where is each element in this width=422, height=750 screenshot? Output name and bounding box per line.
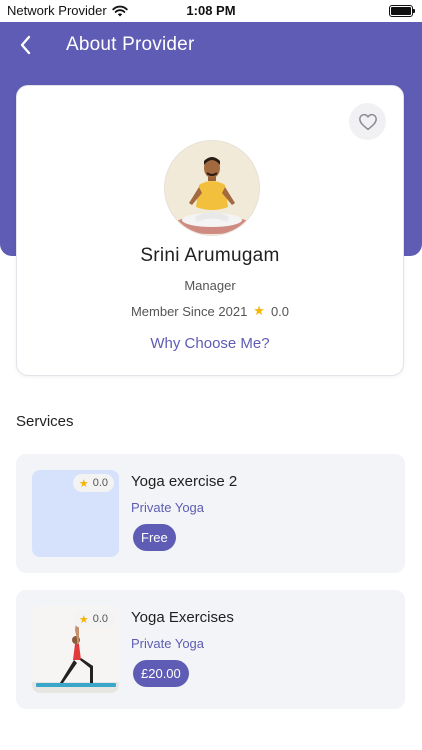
page-title: About Provider (66, 34, 195, 55)
star-icon: ★ (253, 303, 265, 318)
service-category: Private Yoga (131, 500, 205, 515)
chevron-left-icon (20, 35, 31, 55)
services-heading: Services (16, 413, 74, 430)
status-time: 1:08 PM (186, 3, 236, 18)
service-thumbnail: ★ 0.0 (32, 606, 119, 693)
status-bar: Network Provider 1:08 PM (0, 0, 422, 22)
member-since: Member Since 2021 (130, 303, 248, 319)
service-rating: 0.0 (92, 613, 108, 625)
member-info-row: Member Since 2021 ★ 0.0 (17, 303, 403, 319)
battery-icon (389, 5, 415, 17)
service-card[interactable]: ★ 0.0 Yoga Exercises Private Yoga £20.00 (16, 590, 405, 709)
why-choose-me-link[interactable]: Why Choose Me? (17, 335, 403, 352)
service-thumbnail: ★ 0.0 (32, 470, 119, 557)
favorite-button[interactable] (349, 103, 386, 140)
star-icon: ★ (78, 477, 89, 490)
provider-name: Srini Arumugam (140, 245, 280, 266)
avatar (164, 140, 260, 236)
service-title: Yoga exercise 2 (131, 473, 238, 490)
price-badge: Free (133, 524, 176, 551)
heart-icon (358, 113, 377, 130)
service-category: Private Yoga (131, 636, 205, 651)
provider-role: Manager (184, 278, 236, 293)
rating-badge: ★ 0.0 (72, 610, 114, 628)
service-card[interactable]: ★ 0.0 Yoga exercise 2 Private Yoga Free (16, 454, 405, 573)
service-title: Yoga Exercises (131, 609, 234, 626)
star-icon: ★ (78, 613, 89, 626)
provider-card: Srini Arumugam Manager Member Since 2021… (16, 85, 404, 376)
back-button[interactable] (14, 33, 38, 57)
provider-rating: 0.0 (270, 303, 290, 319)
service-rating: 0.0 (92, 477, 108, 489)
rating-badge: ★ 0.0 (72, 474, 114, 492)
provider-photo (165, 141, 259, 235)
price-badge: £20.00 (133, 660, 189, 687)
